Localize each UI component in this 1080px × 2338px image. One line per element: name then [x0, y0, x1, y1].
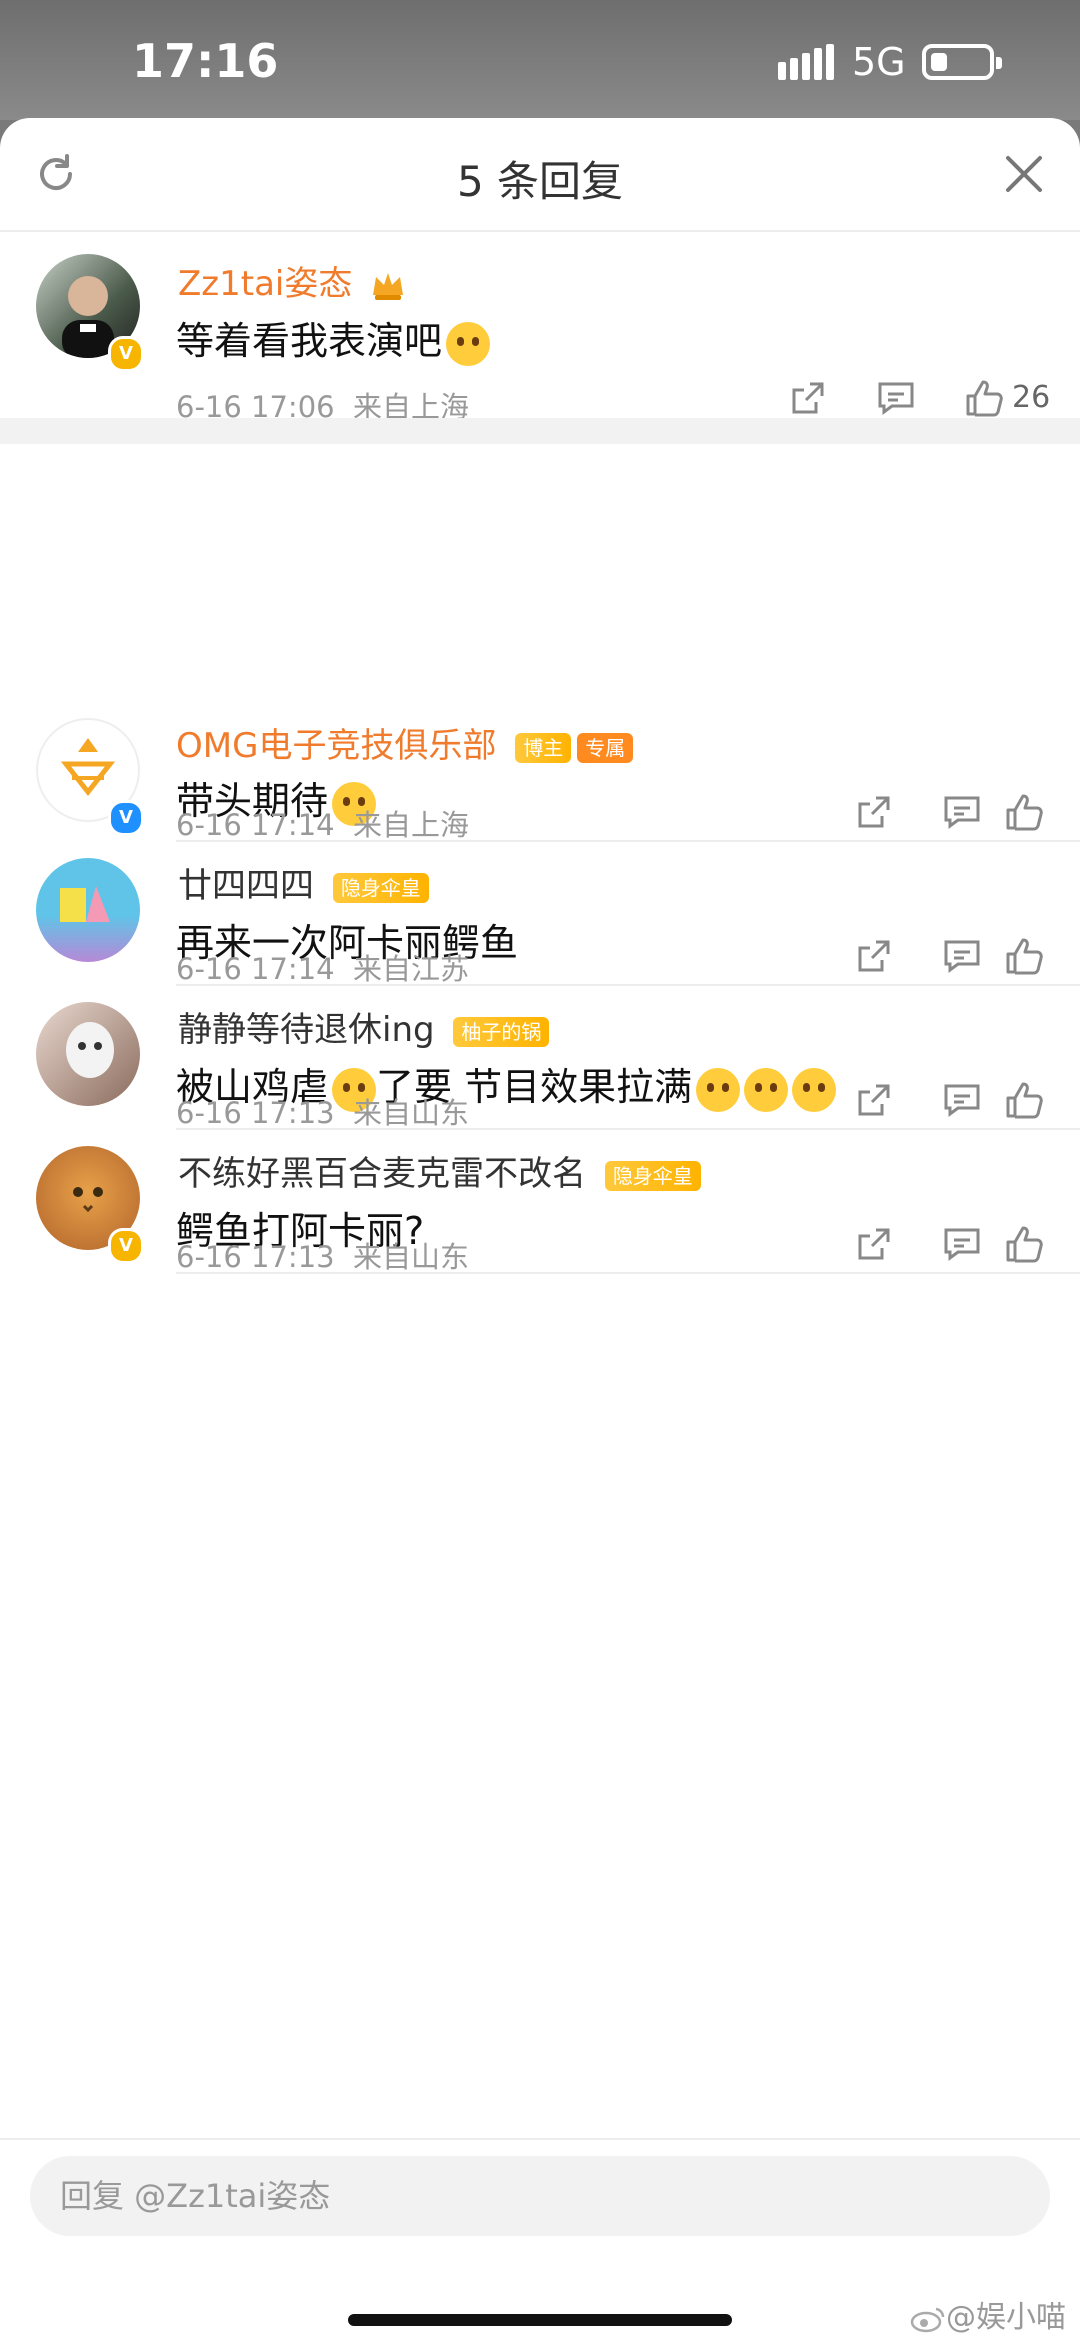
reply-author[interactable]: 静静等待退休ing 柚子的锅 — [178, 1002, 550, 1051]
comment-text: 等着看我表演吧 — [176, 310, 491, 366]
reply-meta: 6-16 17:14 来自上海 — [176, 802, 469, 844]
comment-icon[interactable] — [876, 378, 916, 418]
emoji-icon — [446, 321, 491, 366]
share-icon[interactable] — [854, 792, 894, 832]
reply-time: 6-16 17:13 — [176, 1240, 335, 1274]
emoji-icon — [696, 1067, 741, 1112]
section-divider — [0, 418, 1080, 444]
avatar[interactable] — [36, 1002, 140, 1106]
watermark-text: @娱小喵 — [946, 2300, 1066, 2335]
verified-badge: V — [108, 336, 144, 372]
verified-badge: V — [108, 800, 144, 836]
home-indicator[interactable] — [348, 2314, 732, 2326]
author-name: Zz1tai姿态 — [178, 264, 353, 304]
verified-badge: V — [108, 1228, 144, 1264]
reply-location: 来自江苏 — [353, 952, 470, 986]
reply-footer: @娱小喵 — [0, 2138, 1080, 2338]
comment-icon[interactable] — [942, 1080, 982, 1120]
status-bar: 17:16 5G — [0, 0, 1080, 120]
share-icon[interactable] — [788, 378, 828, 418]
like-icon[interactable] — [1004, 792, 1044, 832]
reply-location: 来自山东 — [353, 1240, 470, 1274]
reply-actions — [844, 936, 1044, 980]
sheet-title: 5 条回复 — [456, 157, 624, 206]
comment-actions: 26 — [792, 378, 1050, 422]
reply-meta: 6-16 17:13 来自山东 — [176, 1090, 469, 1132]
close-icon[interactable] — [1004, 154, 1044, 194]
watermark: @娱小喵 — [910, 2292, 1066, 2336]
reply-location: 来自上海 — [353, 808, 470, 842]
share-icon[interactable] — [854, 1224, 894, 1264]
author-name: 静静等待退休ing — [178, 1010, 435, 1050]
comment-text-content: 等着看我表演吧 — [176, 319, 443, 363]
user-tag: 隐身伞皇 — [604, 1160, 701, 1191]
reply-divider — [176, 840, 1080, 842]
main-comment: V Zz1tai姿态 等着看我表演吧 6-16 17:06 来自上海 26 — [0, 232, 1080, 424]
like-icon[interactable] — [1004, 936, 1044, 976]
reply-actions — [844, 792, 1044, 836]
share-icon[interactable] — [854, 936, 894, 976]
like-icon[interactable] — [1004, 1080, 1044, 1120]
reply-meta: 6-16 17:13 来自山东 — [176, 1234, 469, 1276]
sheet-header: 5 条回复 — [0, 118, 1080, 232]
status-time: 17:16 — [132, 34, 279, 88]
reply-divider — [176, 1128, 1080, 1130]
author-name: 不练好黑百合麦克雷不改名 — [178, 1154, 586, 1194]
comment-icon[interactable] — [942, 1224, 982, 1264]
like-icon[interactable] — [1004, 1224, 1044, 1264]
user-tag: 专属 — [577, 732, 634, 763]
user-tag: 柚子的锅 — [453, 1016, 550, 1047]
reply-author[interactable]: OMG电子竞技俱乐部 博主 专属 — [176, 718, 634, 767]
like-count: 26 — [1012, 380, 1051, 415]
author-name: OMG电子竞技俱乐部 — [176, 726, 497, 766]
reply-author[interactable]: 廿四四四 隐身伞皇 — [178, 858, 429, 907]
share-icon[interactable] — [854, 1080, 894, 1120]
emoji-icon — [744, 1067, 789, 1112]
comment-icon[interactable] — [942, 792, 982, 832]
reply-time: 6-16 17:14 — [176, 808, 335, 842]
battery-icon — [922, 44, 1002, 80]
comment-icon[interactable] — [942, 936, 982, 976]
user-tag: 隐身伞皇 — [332, 872, 429, 903]
reply-meta: 6-16 17:14 来自江苏 — [176, 946, 469, 988]
weibo-icon — [910, 2307, 945, 2332]
comment-author[interactable]: Zz1tai姿态 — [178, 256, 405, 305]
author-name: 廿四四四 — [178, 866, 314, 906]
reply-actions — [844, 1080, 1044, 1124]
emoji-icon — [792, 1067, 837, 1112]
reply-input[interactable] — [30, 2156, 1050, 2236]
reply-time: 6-16 17:13 — [176, 1096, 335, 1130]
avatar[interactable] — [36, 858, 140, 962]
crown-icon — [373, 272, 404, 300]
like-icon[interactable] — [964, 378, 1004, 418]
reply-divider — [176, 1272, 1080, 1274]
network-label: 5G — [852, 40, 906, 84]
user-tag: 博主 — [515, 732, 572, 763]
replies-sheet: 5 条回复 V Zz1tai姿态 等着看我表演吧 6-16 17:06 来自上海… — [0, 118, 1080, 2336]
reply-actions — [844, 1224, 1044, 1268]
reply-author[interactable]: 不练好黑百合麦克雷不改名 隐身伞皇 — [178, 1146, 701, 1195]
signal-icon — [778, 44, 834, 80]
reply-divider — [176, 984, 1080, 986]
reply-location: 来自山东 — [353, 1096, 470, 1130]
reply-time: 6-16 17:14 — [176, 952, 335, 986]
